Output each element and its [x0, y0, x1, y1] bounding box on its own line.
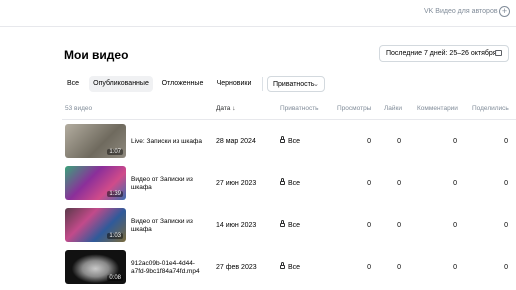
shares-value: 0 [504, 222, 508, 229]
shares-value: 0 [504, 180, 508, 187]
tabs-divider [262, 77, 263, 91]
privacy-dropdown-label: Приватность [273, 81, 315, 88]
privacy-value: Все [288, 222, 301, 229]
video-thumbnail[interactable]: 0:08 [65, 250, 126, 284]
table-row[interactable]: 0:08 912ac09b-01e4-4d44-a7fd-9bc1f84a74f… [62, 246, 516, 286]
likes-value: 0 [397, 222, 401, 229]
lock-icon [280, 178, 285, 185]
tab-published[interactable]: Опубликованные [89, 76, 153, 92]
brand-label[interactable]: VK Видео для авторов [424, 8, 498, 15]
privacy-cell: Все [280, 220, 301, 229]
lock-icon [280, 136, 285, 143]
video-date: 28 мар 2024 [216, 138, 256, 145]
tab-all[interactable]: Все [62, 76, 84, 92]
views-value: 0 [367, 264, 371, 271]
views-value: 0 [367, 180, 371, 187]
video-date: 27 фев 2023 [216, 264, 257, 271]
lock-icon [280, 262, 285, 269]
privacy-dropdown[interactable]: Приватность ⌄ [267, 76, 325, 92]
shares-value: 0 [504, 138, 508, 145]
column-date[interactable]: Дата ↓ [216, 105, 235, 112]
tab-drafts[interactable]: Черновики [212, 76, 256, 92]
video-thumbnail[interactable]: 1:07 [65, 124, 126, 158]
comments-value: 0 [453, 138, 457, 145]
top-bar: VK Видео для авторов + [0, 0, 516, 27]
duration-badge: 1:07 [107, 149, 123, 155]
comments-value: 0 [453, 264, 457, 271]
calendar-icon [495, 50, 502, 56]
likes-value: 0 [397, 264, 401, 271]
chevron-down-icon: ⌄ [313, 81, 319, 88]
shares-value: 0 [504, 264, 508, 271]
duration-badge: 1:39 [107, 191, 123, 197]
lock-icon [280, 220, 285, 227]
views-value: 0 [367, 138, 371, 145]
duration-badge: 1:03 [107, 233, 123, 239]
table-row[interactable]: 1:39 Видео от Записки из шкафа 27 июн 20… [62, 162, 516, 202]
privacy-value: Все [288, 180, 301, 187]
likes-value: 0 [397, 180, 401, 187]
column-views[interactable]: Просмотры [337, 105, 371, 112]
privacy-cell: Все [280, 178, 301, 187]
video-title[interactable]: Live: Записки из шкафа [131, 138, 209, 146]
plus-circle-icon[interactable]: + [499, 6, 510, 17]
video-thumbnail[interactable]: 1:03 [65, 208, 126, 242]
column-likes[interactable]: Лайки [384, 105, 402, 112]
column-privacy[interactable]: Приватность [280, 105, 319, 112]
video-date: 14 июн 2023 [216, 222, 257, 229]
table-row[interactable]: 1:03 Видео от Записки из шкафа 14 июн 20… [62, 204, 516, 244]
table-row[interactable]: 1:07 Live: Записки из шкафа 28 мар 2024 … [62, 120, 516, 160]
video-title[interactable]: 912ac09b-01e4-4d44-a7fd-9bc1f84a74fd.mp4 [131, 260, 209, 276]
video-date: 27 июн 2023 [216, 180, 257, 187]
likes-value: 0 [397, 138, 401, 145]
privacy-cell: Все [280, 262, 301, 271]
video-count: 53 видео [65, 105, 93, 112]
video-thumbnail[interactable]: 1:39 [65, 166, 126, 200]
privacy-value: Все [288, 138, 301, 145]
duration-badge: 0:08 [107, 275, 123, 281]
privacy-cell: Все [280, 136, 301, 145]
comments-value: 0 [453, 180, 457, 187]
column-comments[interactable]: Комментарии [417, 105, 458, 112]
video-title[interactable]: Видео от Записки из шкафа [131, 218, 209, 234]
date-filter-button[interactable]: Последние 7 дней: 25–26 октября [379, 45, 509, 62]
views-value: 0 [367, 222, 371, 229]
page-title: Мои видео [64, 48, 129, 62]
tab-scheduled[interactable]: Отложенные [158, 76, 207, 92]
privacy-value: Все [288, 264, 301, 271]
date-filter-label: Последние 7 дней: 25–26 октября [386, 50, 497, 57]
video-title[interactable]: Видео от Записки из шкафа [131, 176, 209, 192]
column-shares[interactable]: Поделились [472, 105, 509, 112]
comments-value: 0 [453, 222, 457, 229]
